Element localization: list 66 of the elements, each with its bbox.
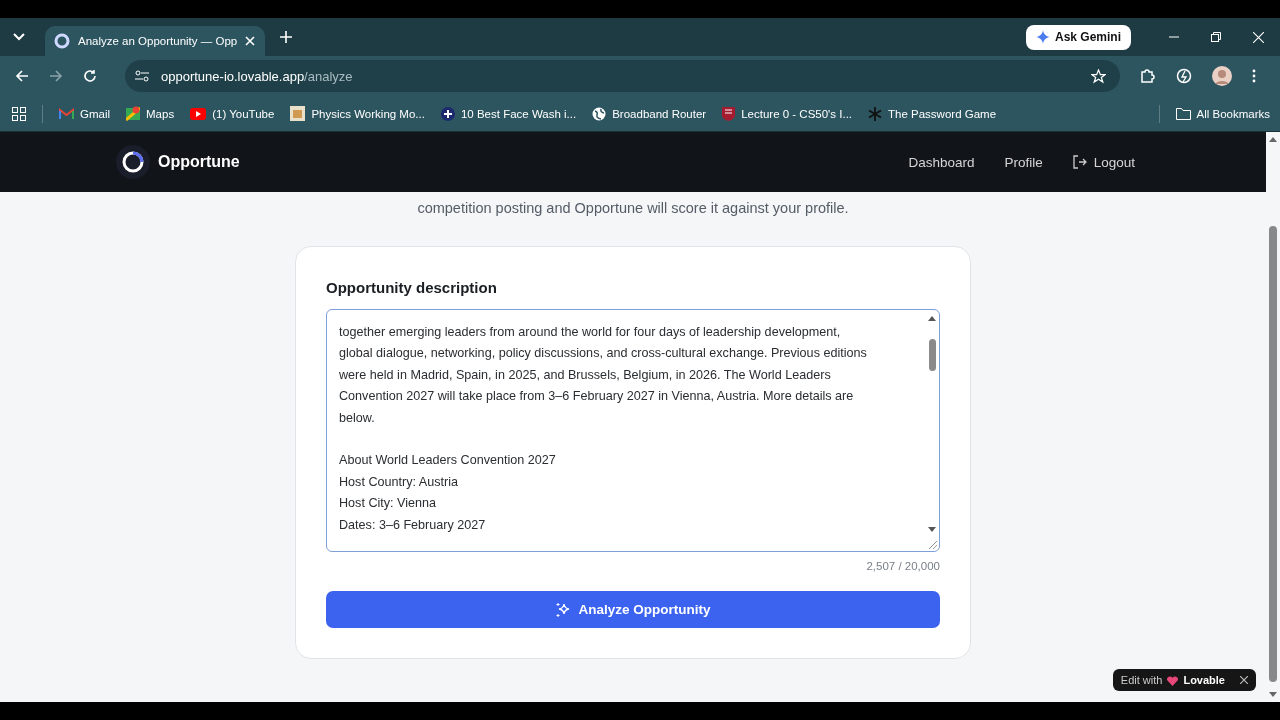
description-field[interactable] [326, 309, 940, 552]
nav-link[interactable]: Profile [1004, 154, 1043, 170]
browser-tab[interactable]: Analyze an Opportunity — Opp [45, 26, 266, 56]
ask-gemini-button[interactable]: Ask Gemini [1025, 24, 1131, 50]
text-line: Host City: Vienna [339, 495, 438, 513]
plus-icon [440, 106, 455, 121]
bookmark[interactable]: Lecture 0 - CS50's I... [722, 106, 853, 121]
map-pin-icon [126, 106, 141, 121]
extensions-icon[interactable] [1140, 68, 1156, 84]
bookmark[interactable]: Gmail [59, 107, 111, 120]
shield-icon [722, 106, 736, 121]
scroll-up-icon[interactable] [1269, 136, 1277, 142]
forward-icon[interactable] [49, 69, 63, 83]
reload-icon[interactable] [83, 69, 97, 83]
scroll-up-icon[interactable] [928, 315, 936, 321]
character-counter: 2,507 / 20,000 [865, 560, 940, 572]
all-bookmarks[interactable]: All Bookmarks [1175, 107, 1270, 120]
close-icon[interactable] [1240, 676, 1248, 684]
field-label: Opportunity description [326, 279, 498, 296]
bookmark[interactable]: Maps [126, 106, 175, 121]
logout-link[interactable]: Logout [1072, 154, 1135, 170]
apps-grid-icon[interactable] [12, 106, 26, 121]
restore-icon[interactable] [1211, 32, 1221, 42]
text-line: were held in Madrid, Spain, in 2025, and Brussels, Belgium, in 2026. The World Leaders [339, 366, 832, 384]
play-icon [190, 107, 207, 120]
page-icon [290, 106, 306, 121]
scroll-thumb[interactable] [1269, 226, 1277, 682]
new-tab-icon[interactable] [280, 31, 293, 43]
scroll-thumb[interactable] [928, 339, 936, 371]
brand-name[interactable]: Opportune [158, 153, 240, 171]
intro-text: competition posting and Opportune will score it against your profile. [417, 200, 849, 216]
sparkle-icon [555, 601, 572, 618]
text-line: global dialogue, networking, policy discussions, and cross-cultural exchange. Previous editions [339, 345, 868, 363]
sparkle-icon [1035, 30, 1050, 44]
text-line: together emerging leaders from around the world for four days of leadership development, [339, 324, 842, 341]
scroll-down-icon[interactable] [928, 527, 936, 533]
star-icon[interactable] [1091, 68, 1106, 84]
bookmark[interactable]: 10 Best Face Wash i... [440, 106, 577, 121]
asterisk-icon [868, 106, 883, 121]
back-icon[interactable] [15, 69, 29, 83]
bookmark[interactable]: Broadband Router [592, 106, 707, 121]
menu-icon[interactable] [1252, 69, 1256, 83]
text-line: Host Country: Austria [339, 473, 459, 491]
nav-link[interactable]: Dashboard [908, 154, 975, 170]
favicon-icon [54, 33, 70, 49]
text-line: Dates: 3–6 February 2027 [339, 516, 487, 534]
logo-icon[interactable] [116, 145, 150, 179]
text-line: Convention 2027 will take place from 3–6 February 2027 in Vienna, Austria. More details are [339, 388, 855, 406]
scroll-down-icon[interactable] [1269, 692, 1277, 698]
text-line: About World Leaders Convention 2027 [339, 452, 557, 470]
folder-icon [1175, 107, 1191, 120]
analyze-button[interactable]: Analyze Opportunity [326, 591, 940, 628]
logout-icon [1072, 155, 1087, 169]
address-bar[interactable]: opportune-io.lovable.app/analyze [125, 60, 1120, 92]
mail-icon [59, 107, 74, 120]
avatar-icon[interactable] [1212, 66, 1232, 86]
bookmark[interactable]: The Password Game [868, 106, 997, 121]
heart-icon [1167, 674, 1179, 686]
bookmark[interactable]: (1) YouTube [190, 107, 275, 120]
tab-list-icon[interactable] [13, 33, 25, 41]
bookmark[interactable]: Physics Working Mo... [290, 106, 425, 121]
resize-handle-icon[interactable] [928, 540, 937, 549]
site-info-icon[interactable] [135, 70, 149, 82]
text-line: below. [339, 409, 376, 427]
globe-icon [592, 106, 607, 121]
edit-with-lovable-badge[interactable]: Edit with Lovable [1112, 669, 1256, 691]
